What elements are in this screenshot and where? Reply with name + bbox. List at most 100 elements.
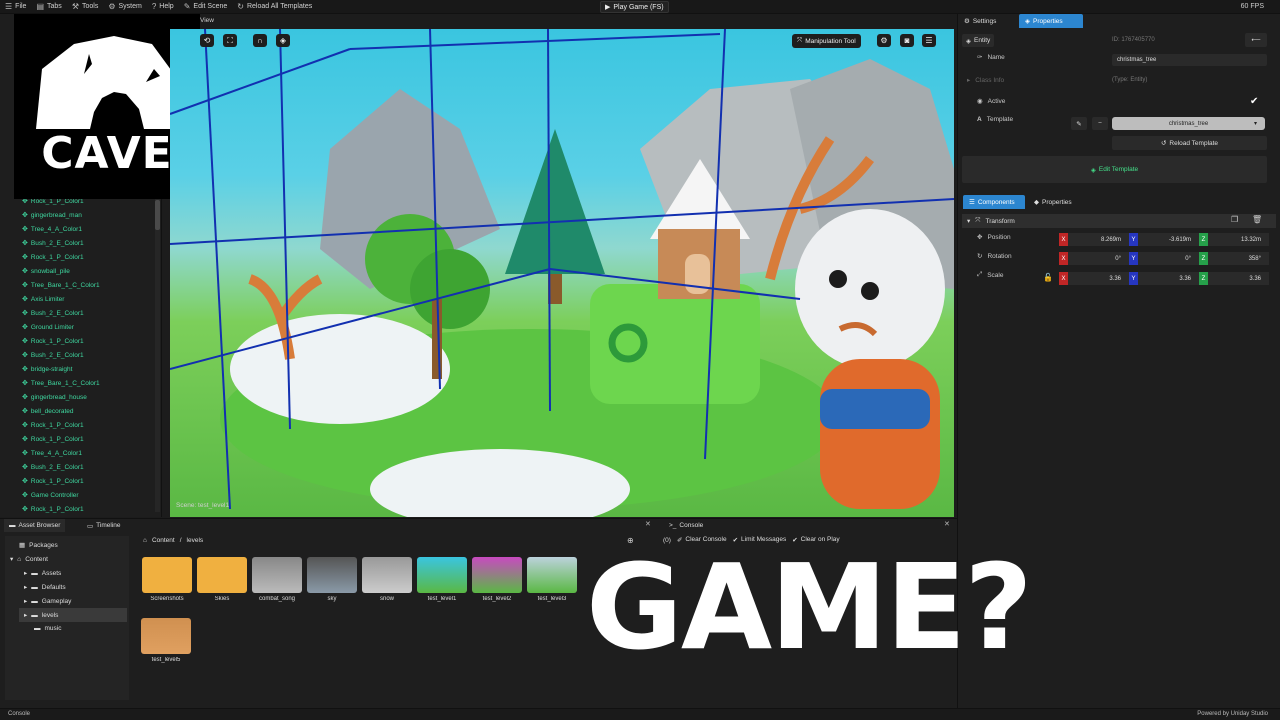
- hierarchy-item[interactable]: ✥ Bush_2_E_Color1: [22, 463, 84, 472]
- rotation-x-input[interactable]: 0°: [1068, 252, 1129, 265]
- play-game-button[interactable]: ▶ Play Game (FS): [600, 1, 669, 13]
- hierarchy-item-label: Game Controller: [30, 491, 79, 499]
- position-x-input[interactable]: 8.269m: [1068, 233, 1129, 246]
- close-icon[interactable]: ✕: [645, 520, 651, 528]
- asset-name: snow: [379, 596, 394, 602]
- active-checkbox[interactable]: ✔: [1250, 96, 1258, 107]
- home-icon: ⌂: [17, 555, 22, 563]
- cube-icon[interactable]: ◈: [276, 34, 290, 47]
- asset-screenshots[interactable]: Screenshots: [142, 557, 192, 602]
- hierarchy-item[interactable]: ✥ Tree_Bare_1_C_Color1: [22, 281, 100, 290]
- camera-icon[interactable]: ◙: [900, 34, 914, 47]
- tab-components[interactable]: ☰ Components: [963, 195, 1025, 209]
- hierarchy-item[interactable]: ✥ Rock_1_P_Color1: [22, 505, 84, 514]
- edit-pencil-icon[interactable]: ✎: [1071, 117, 1087, 130]
- asset-test-level1[interactable]: test_level1: [417, 557, 467, 602]
- tree-content[interactable]: ▾ ⌂ Content: [10, 555, 48, 564]
- breadcrumb-content[interactable]: Content: [152, 537, 175, 544]
- rotation-z-input[interactable]: 358°: [1208, 252, 1269, 265]
- asset-test-level3[interactable]: test_level3: [527, 557, 577, 602]
- hierarchy-scroll-thumb[interactable]: [155, 200, 160, 230]
- manipulation-tool-button[interactable]: ⤧ Manipulation Tool: [792, 34, 861, 48]
- scene-viewport[interactable]: ⟲ ⛶ ∩ ◈ ⚙ ◙ ☰: [170, 29, 954, 517]
- viewport-tab[interactable]: View: [200, 17, 214, 24]
- tree-defaults[interactable]: ▸ ▬ Defaults: [24, 583, 66, 592]
- asset-combat-song[interactable]: combat_song: [252, 557, 302, 602]
- status-console[interactable]: Console: [8, 711, 30, 717]
- tab-console[interactable]: >_ Console: [664, 519, 708, 532]
- hierarchy-item[interactable]: ✥ Tree_Bare_1_C_Color1: [22, 379, 100, 388]
- tab-properties[interactable]: ◈ Properties: [1019, 14, 1083, 28]
- frame-icon[interactable]: ⛶: [223, 34, 237, 47]
- asset-sky[interactable]: sky: [307, 557, 357, 602]
- hierarchy-item[interactable]: ✥ gingerbread_house: [22, 393, 87, 402]
- lock-icon[interactable]: 🔓: [1043, 273, 1053, 282]
- copy-icon[interactable]: ❐: [1231, 215, 1238, 224]
- back-arrow-icon[interactable]: ⟵: [1245, 33, 1267, 47]
- hierarchy-item[interactable]: ✥ Bush_2_E_Color1: [22, 309, 84, 318]
- hierarchy-item[interactable]: ✥ snowball_pile: [22, 267, 70, 276]
- gizmo-settings-icon[interactable]: ⚙: [877, 34, 891, 47]
- tree-packages[interactable]: ▦ Packages: [19, 541, 58, 550]
- scale-y-input[interactable]: 3.36: [1138, 272, 1199, 285]
- hierarchy-item[interactable]: ✥ Axis Limiter: [22, 295, 64, 304]
- transform-header[interactable]: ▾ ⤧ Transform: [962, 214, 1276, 228]
- hierarchy-item[interactable]: ✥ bridge-straight: [22, 365, 72, 374]
- menu-tools[interactable]: ⚒ Tools: [67, 0, 104, 14]
- rotate-view-icon[interactable]: ⟲: [200, 34, 214, 47]
- menu-file[interactable]: ☰ File: [0, 0, 31, 14]
- tree-music[interactable]: ▬ music: [34, 625, 61, 632]
- template-select[interactable]: christmas_tree ▾: [1112, 117, 1265, 130]
- edit-template-button[interactable]: ◈ Edit Template: [962, 156, 1267, 183]
- hierarchy-item[interactable]: ✥ gingerbread_man: [22, 211, 82, 220]
- tree-assets[interactable]: ▸ ▬ Assets: [24, 569, 61, 578]
- hierarchy-item[interactable]: ✥ Rock_1_P_Color1: [22, 337, 84, 346]
- menu-icon[interactable]: ☰: [922, 34, 936, 47]
- tree-gameplay[interactable]: ▸ ▬ Gameplay: [24, 597, 71, 606]
- x-axis-label: X: [1059, 272, 1068, 285]
- folder-icon: ▬: [31, 611, 38, 619]
- hierarchy-item[interactable]: ✥ Ground Limiter: [22, 323, 74, 332]
- minus-icon[interactable]: −: [1092, 117, 1108, 130]
- rotation-y-input[interactable]: 0°: [1138, 252, 1199, 265]
- hierarchy-item[interactable]: ✥ Game Controller: [22, 491, 79, 500]
- scale-x-input[interactable]: 3.36: [1068, 272, 1129, 285]
- asset-test-level2[interactable]: test_level2: [472, 557, 522, 602]
- position-y-input[interactable]: -3.619m: [1138, 233, 1199, 246]
- menu-tools-label: Tools: [81, 3, 99, 10]
- menu-reload-templates[interactable]: ↻ Reload All Templates: [232, 0, 317, 14]
- class-info-row[interactable]: ▸ Class Info: [967, 76, 1004, 85]
- asset-test-level5[interactable]: test_level5: [141, 618, 191, 663]
- breadcrumb-levels[interactable]: levels: [187, 537, 204, 544]
- menu-edit-scene[interactable]: ✎ Edit Scene: [179, 0, 233, 14]
- position-z-input[interactable]: 13.32m: [1208, 233, 1269, 246]
- tab-asset-browser[interactable]: ▬ Asset Browser: [4, 519, 66, 532]
- menu-system[interactable]: ⚙ System: [103, 0, 147, 14]
- hierarchy-item[interactable]: ✥ Tree_4_A_Color1: [22, 225, 82, 234]
- close-icon[interactable]: ✕: [944, 520, 950, 528]
- hierarchy-item[interactable]: ✥ Rock_1_P_Color1: [22, 435, 84, 444]
- reload-template-button[interactable]: ↺ Reload Template: [1112, 136, 1267, 150]
- tree-levels[interactable]: ▸ ▬ levels: [19, 608, 127, 622]
- menu-tabs[interactable]: ▤ Tabs: [31, 0, 66, 14]
- hierarchy-item[interactable]: ✥ Bush_2_E_Color1: [22, 351, 84, 360]
- x-axis-label: X: [1059, 252, 1068, 265]
- level-thumbnail: [141, 618, 191, 654]
- scale-z-input[interactable]: 3.36: [1208, 272, 1269, 285]
- name-input[interactable]: christmas_tree: [1112, 54, 1267, 66]
- reload-icon: ↻: [237, 2, 244, 11]
- hierarchy-item[interactable]: ✥ bell_decorated: [22, 407, 74, 416]
- tab-sub-properties[interactable]: ◆ Properties: [1028, 195, 1078, 209]
- tab-settings[interactable]: ⚙ Settings: [958, 14, 1002, 28]
- asset-snow[interactable]: snow: [362, 557, 412, 602]
- asset-skies[interactable]: Skies: [197, 557, 247, 602]
- menu-help[interactable]: ? Help: [147, 0, 179, 14]
- hierarchy-item[interactable]: ✥ Rock_1_P_Color1: [22, 421, 84, 430]
- hierarchy-item[interactable]: ✥ Rock_1_P_Color1: [22, 253, 84, 262]
- magnet-icon[interactable]: ∩: [253, 34, 267, 47]
- tab-timeline[interactable]: ▭ Timeline: [82, 519, 125, 532]
- hierarchy-item[interactable]: ✥ Bush_2_E_Color1: [22, 239, 84, 248]
- hierarchy-item[interactable]: ✥ Tree_4_A_Color1: [22, 449, 82, 458]
- hierarchy-item[interactable]: ✥ Rock_1_P_Color1: [22, 477, 84, 486]
- trash-icon[interactable]: 🗑: [1252, 215, 1262, 224]
